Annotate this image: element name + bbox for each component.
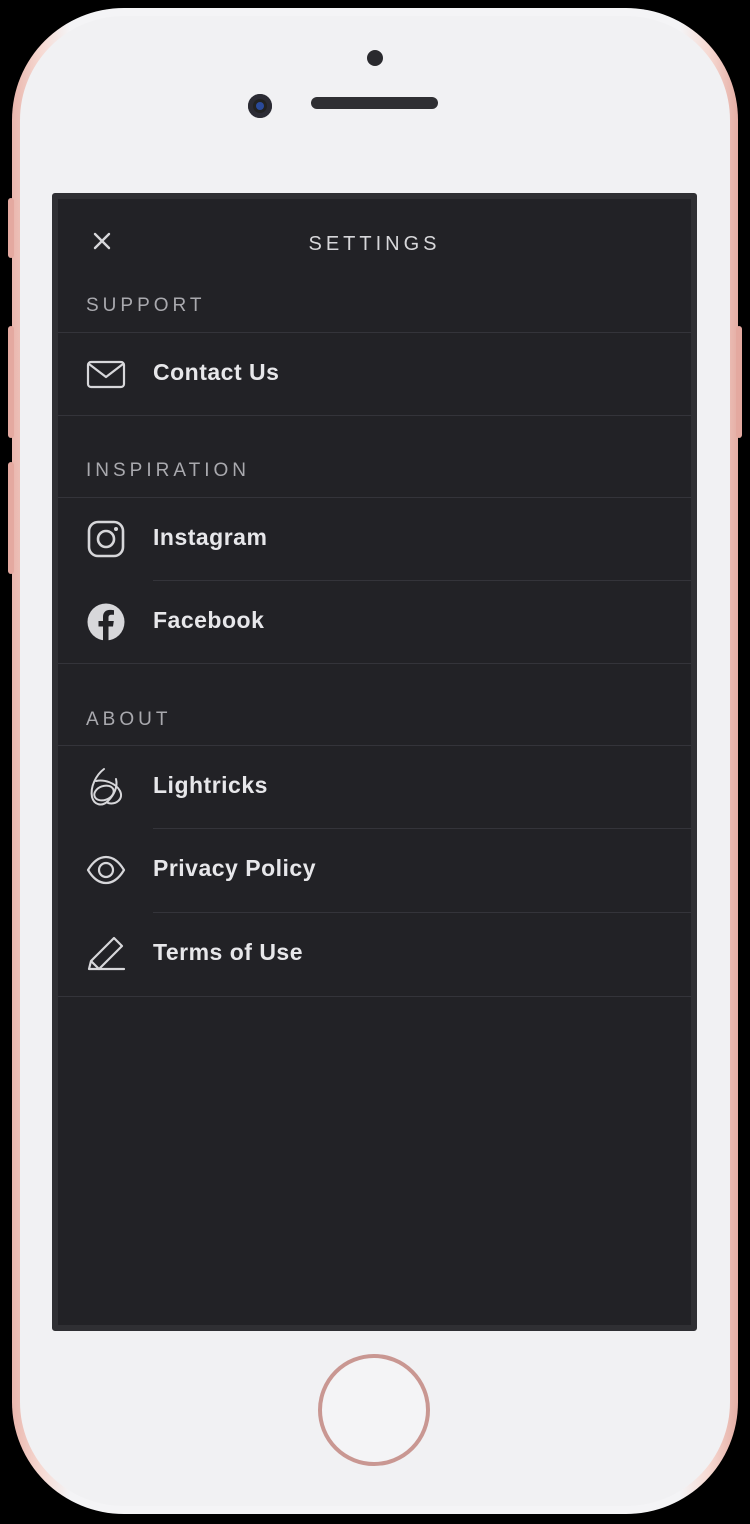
section-label-about: ABOUT <box>86 709 172 730</box>
instagram-icon <box>87 520 125 558</box>
home-button[interactable] <box>318 1354 430 1466</box>
mute-switch <box>8 198 14 258</box>
screen: SETTINGS SUPPORT Contact Us INSPIRATION … <box>52 193 697 1331</box>
eye-icon <box>86 855 126 885</box>
privacy-policy-label: Privacy Policy <box>153 855 316 881</box>
facebook-icon <box>87 603 125 641</box>
earpiece-speaker <box>311 97 438 109</box>
divider <box>58 663 691 664</box>
lightricks-row[interactable]: Lightricks <box>58 746 691 828</box>
lightricks-label: Lightricks <box>153 772 268 798</box>
top-bar: SETTINGS <box>58 199 691 289</box>
mail-icon <box>86 360 126 389</box>
lightricks-logo-icon <box>90 768 122 806</box>
settings-screen: SETTINGS SUPPORT Contact Us INSPIRATION … <box>58 199 691 1325</box>
terms-of-use-label: Terms of Use <box>153 939 304 965</box>
instagram-label: Instagram <box>153 524 268 550</box>
volume-up-button <box>8 326 14 438</box>
facebook-row[interactable]: Facebook <box>58 581 691 663</box>
section-label-inspiration: INSPIRATION <box>86 460 250 481</box>
divider <box>58 415 691 416</box>
terms-of-use-row[interactable]: Terms of Use <box>58 913 691 995</box>
front-camera <box>248 94 272 118</box>
section-label-support: SUPPORT <box>86 295 206 316</box>
contact-us-row[interactable]: Contact Us <box>58 333 691 415</box>
page-title: SETTINGS <box>308 233 441 255</box>
facebook-label: Facebook <box>153 607 265 633</box>
volume-down-button <box>8 462 14 574</box>
divider <box>58 996 691 997</box>
pencil-icon <box>87 936 126 971</box>
power-button <box>736 326 742 438</box>
instagram-row[interactable]: Instagram <box>58 498 691 580</box>
proximity-sensor <box>367 50 383 66</box>
privacy-policy-row[interactable]: Privacy Policy <box>58 829 691 911</box>
contact-us-label: Contact Us <box>153 359 280 385</box>
